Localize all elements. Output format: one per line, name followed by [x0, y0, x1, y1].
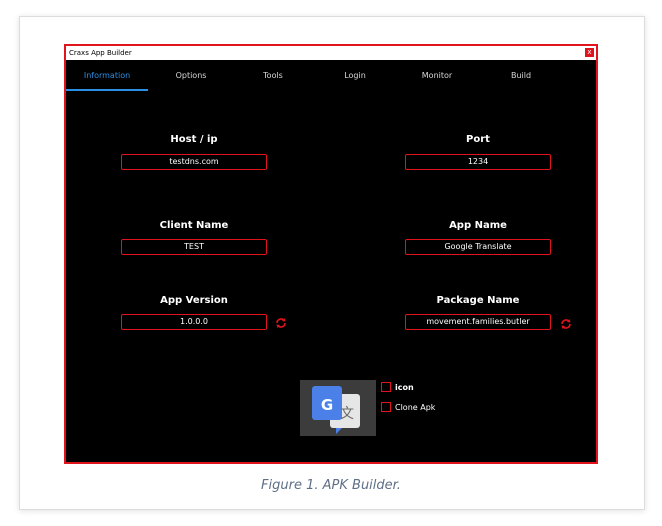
clone-apk-label: Clone Apk — [395, 403, 436, 412]
port-label: Port — [466, 134, 490, 145]
clone-apk-checkbox[interactable] — [381, 401, 391, 412]
tab-build[interactable]: Build — [480, 60, 562, 92]
svg-text:G: G — [321, 396, 333, 414]
clone-apk-option[interactable]: Clone Apk — [381, 401, 436, 414]
figure-caption: Figure 1. APK Builder. — [261, 478, 401, 493]
google-translate-app-icon[interactable]: G 文 — [300, 380, 376, 436]
tab-information[interactable]: Information — [66, 60, 148, 92]
port-input[interactable]: 1234 — [405, 154, 551, 170]
icon-option[interactable]: icon — [381, 381, 414, 394]
translate-logo-icon: G 文 — [300, 380, 376, 436]
tab-monitor[interactable]: Monitor — [396, 60, 478, 92]
icon-checkbox[interactable] — [381, 381, 391, 392]
svg-text:文: 文 — [340, 406, 354, 422]
package-name-label: Package Name — [436, 295, 520, 306]
app-name-label: App Name — [449, 220, 507, 231]
icon-option-label: icon — [395, 383, 414, 392]
client-name-input[interactable]: TEST — [121, 239, 267, 255]
package-name-input[interactable]: movement.families.butler — [405, 314, 551, 330]
app-version-label: App Version — [160, 295, 228, 306]
app-version-input[interactable]: 1.0.0.0 — [121, 314, 267, 330]
host-input[interactable]: testdns.com — [121, 154, 267, 170]
host-label: Host / ip — [170, 134, 218, 145]
tab-login[interactable]: Login — [314, 60, 396, 92]
tab-tools[interactable]: Tools — [232, 60, 314, 92]
title-bar: Craxs App Builder x — [66, 46, 596, 60]
window-title: Craxs App Builder — [69, 49, 132, 57]
close-button[interactable]: x — [585, 48, 594, 57]
tab-options[interactable]: Options — [150, 60, 232, 92]
tab-bar: Information Options Tools Login Monitor … — [66, 60, 596, 92]
app-name-input[interactable]: Google Translate — [405, 239, 551, 255]
app-window: Craxs App Builder x Information Options … — [64, 44, 598, 464]
refresh-icon[interactable] — [275, 317, 287, 329]
refresh-icon[interactable] — [560, 318, 572, 330]
client-name-label: Client Name — [159, 220, 229, 231]
